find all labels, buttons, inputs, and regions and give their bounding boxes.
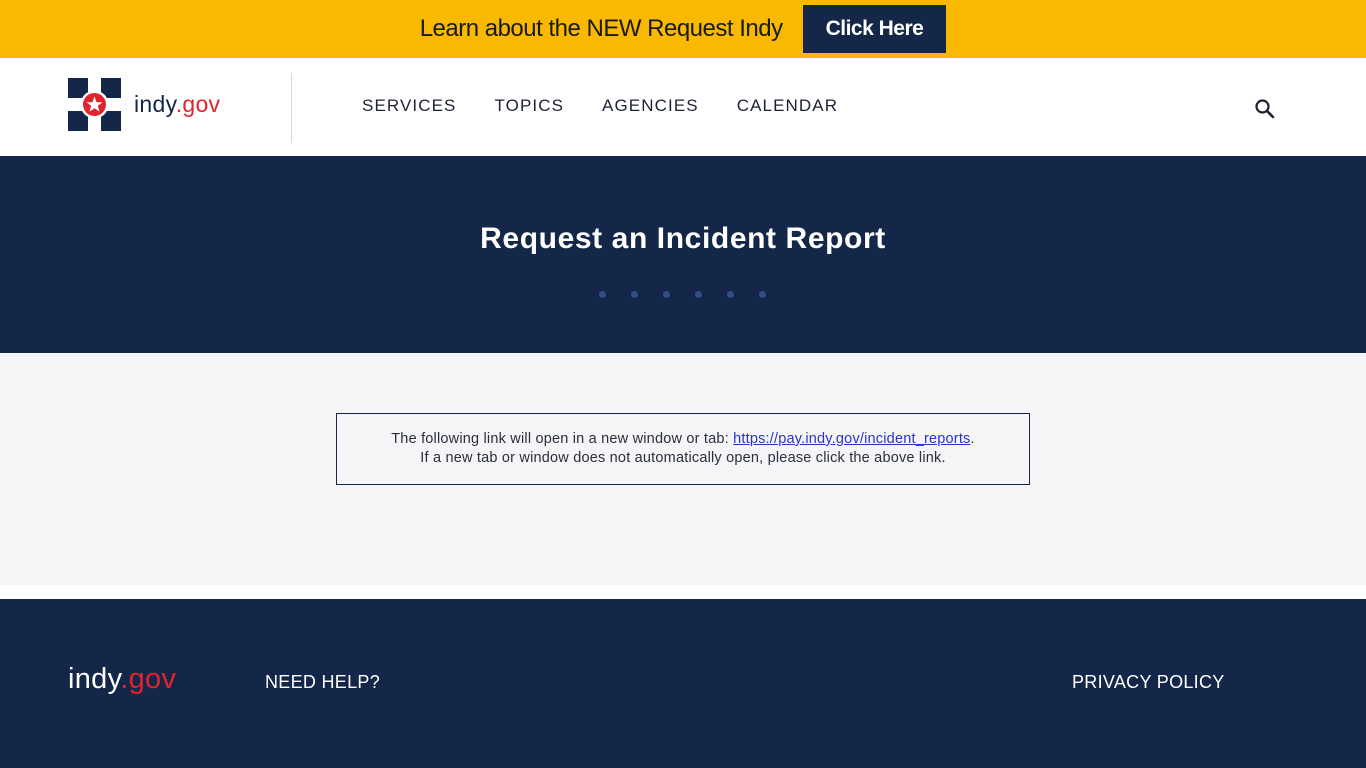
nav-calendar[interactable]: CALENDAR [737,96,838,116]
loading-dot [631,291,638,298]
notice-line-1: The following link will open in a new wi… [391,431,975,447]
indy-logo-icon [68,78,121,131]
loading-dot [695,291,702,298]
page-hero: Request an Incident Report [0,156,1366,353]
announcement-banner: Learn about the NEW Request Indy Click H… [0,0,1366,58]
loading-dot [727,291,734,298]
page-title: Request an Incident Report [480,222,886,255]
loading-dot [663,291,670,298]
privacy-policy-link[interactable]: PRIVACY POLICY [1072,672,1225,693]
footer-spacer [0,585,1366,599]
header-divider [291,73,292,143]
nav-agencies[interactable]: AGENCIES [602,96,699,116]
need-help-link[interactable]: NEED HELP? [265,672,380,693]
redirect-notice: The following link will open in a new wi… [336,413,1030,485]
main-nav: SERVICES TOPICS AGENCIES CALENDAR [362,96,876,116]
indy-gov-logo[interactable]: indy.gov [68,78,220,131]
nav-services[interactable]: SERVICES [362,96,456,116]
notice-line-2: If a new tab or window does not automati… [420,450,946,466]
loading-dot [759,291,766,298]
logo-wordmark: indy.gov [134,91,221,117]
main-content: The following link will open in a new wi… [0,353,1366,585]
loading-dot [599,291,606,298]
site-header: indy.gov SERVICES TOPICS AGENCIES CALEND… [0,58,1366,156]
search-icon[interactable] [1254,98,1276,120]
footer-logo[interactable]: indy.gov [68,663,176,696]
banner-text: Learn about the NEW Request Indy [419,15,783,42]
site-footer: indy.gov NEED HELP? PRIVACY POLICY [0,599,1366,768]
nav-topics[interactable]: TOPICS [494,96,564,116]
incident-reports-link[interactable]: https://pay.indy.gov/incident_reports [733,431,970,447]
loading-dots [599,291,791,298]
click-here-button[interactable]: Click Here [802,5,947,53]
